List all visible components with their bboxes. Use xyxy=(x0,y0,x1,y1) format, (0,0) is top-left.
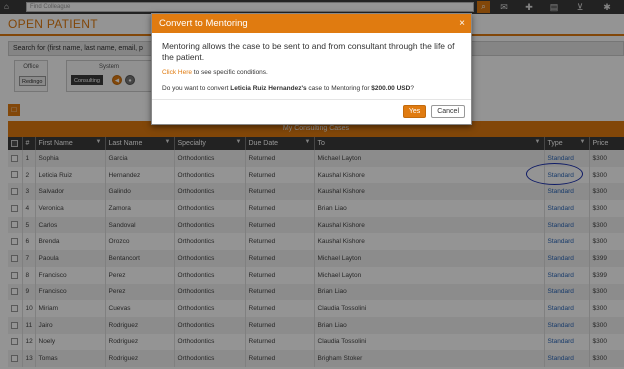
conditions-note: Click Here to see specific conditions. xyxy=(162,69,461,76)
dialog-title: Convert to Mentoring xyxy=(159,18,248,29)
conditions-text: to see specific conditions. xyxy=(191,69,268,76)
cancel-button[interactable]: Cancel xyxy=(431,105,465,118)
dialog-header: Convert to Mentoring × xyxy=(152,14,471,33)
conditions-link[interactable]: Click Here xyxy=(162,69,192,76)
confirm-question: Do you want to convert Leticia Ruiz Hern… xyxy=(162,85,461,92)
dialog-description: Mentoring allows the case to be sent to … xyxy=(162,41,455,62)
convert-to-mentoring-dialog: Convert to Mentoring × Mentoring allows … xyxy=(151,13,472,125)
close-icon[interactable]: × xyxy=(459,14,465,33)
patient-name: Leticia Ruiz Hernandez's xyxy=(230,85,307,92)
dialog-divider xyxy=(152,99,471,100)
mentoring-price: $200.00 USD xyxy=(371,85,411,92)
yes-button[interactable]: Yes xyxy=(402,105,427,118)
question-middle: case to Mentoring for xyxy=(306,85,372,92)
question-prefix: Do you want to convert xyxy=(162,85,231,92)
question-suffix: ? xyxy=(410,85,414,92)
